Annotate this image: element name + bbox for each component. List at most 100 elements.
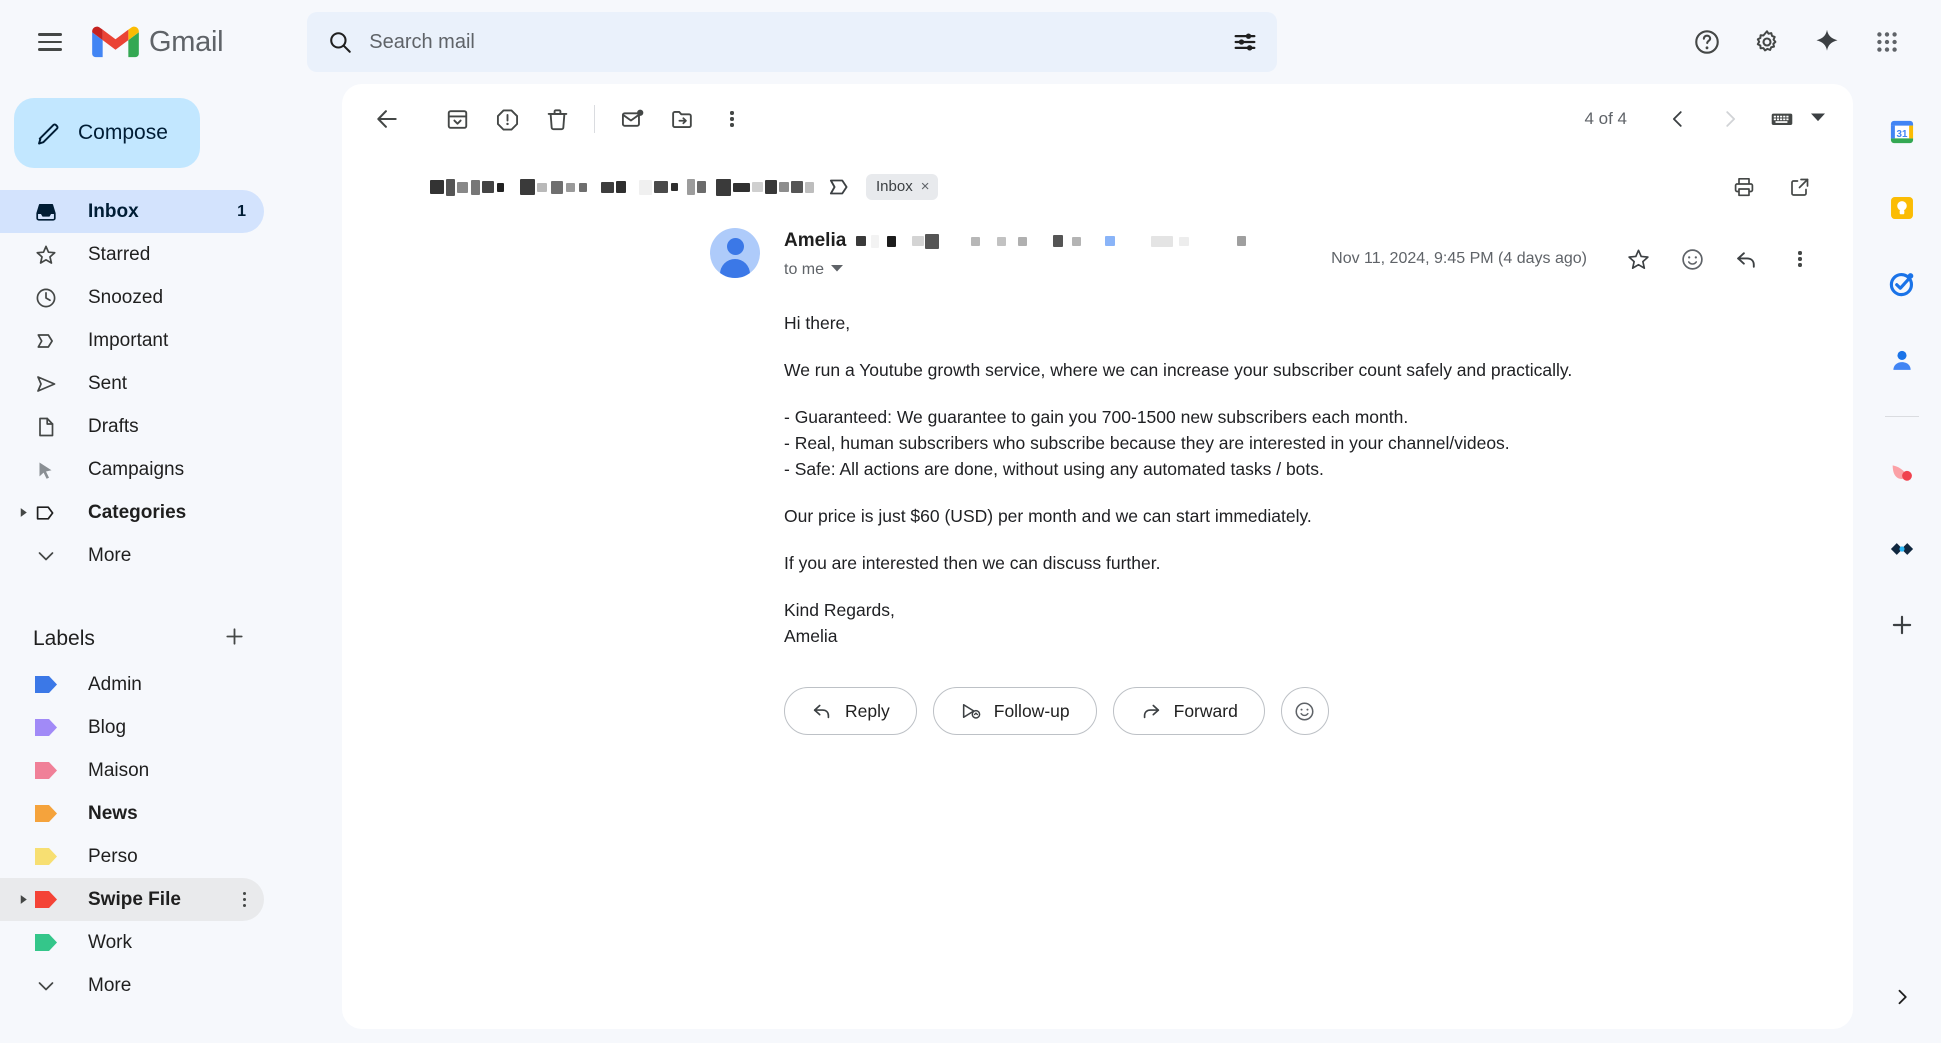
sidebar-label-maison[interactable]: Maison bbox=[0, 749, 264, 792]
chevron-right-icon[interactable] bbox=[1880, 975, 1924, 1019]
emoji-react-button[interactable] bbox=[1280, 687, 1329, 735]
chevron-right-icon[interactable] bbox=[1705, 94, 1755, 144]
google-keep-icon[interactable] bbox=[1880, 186, 1924, 230]
recipient-label: to me bbox=[784, 261, 825, 278]
addon-dark-blue-icon[interactable] bbox=[1880, 527, 1924, 571]
sidebar-label-text: News bbox=[88, 802, 138, 824]
sidebar-label-blog[interactable]: Blog bbox=[0, 706, 264, 749]
recipient-toggle[interactable]: to me bbox=[784, 261, 1248, 279]
redaction-block bbox=[457, 181, 468, 193]
sidebar-label-text: Swipe File bbox=[88, 888, 181, 910]
more-vertical-icon[interactable] bbox=[1775, 234, 1825, 284]
redaction-block bbox=[912, 236, 925, 246]
report-spam-icon[interactable] bbox=[482, 94, 532, 144]
sidebar-label-news[interactable]: News bbox=[0, 792, 264, 835]
google-contacts-icon[interactable] bbox=[1880, 338, 1924, 382]
caret-down-icon[interactable] bbox=[1809, 110, 1835, 129]
chevron-down-icon bbox=[33, 543, 59, 569]
emoji-react-icon[interactable] bbox=[1667, 234, 1717, 284]
sidebar-item-inbox[interactable]: Inbox 1 bbox=[0, 190, 264, 233]
google-calendar-icon[interactable]: 31 bbox=[1880, 110, 1924, 154]
body-signoff: Kind Regards, bbox=[784, 600, 895, 620]
keyboard-input-tools-icon[interactable] bbox=[1757, 94, 1807, 144]
toolbar-divider bbox=[594, 105, 595, 133]
redaction-block bbox=[871, 234, 880, 248]
sidebar-label-more[interactable]: More bbox=[0, 964, 264, 1007]
unread-count: 1 bbox=[237, 202, 246, 220]
sidebar-item-important[interactable]: Important bbox=[0, 319, 264, 362]
emoji-react-icon bbox=[1295, 701, 1314, 721]
sidebar-item-drafts[interactable]: Drafts bbox=[0, 405, 264, 448]
settings-gear-icon[interactable] bbox=[1739, 14, 1795, 70]
label-color-tag-icon bbox=[33, 844, 59, 870]
body-cta: If you are interested then we can discus… bbox=[784, 553, 1161, 573]
sidebar-label-swipe-file[interactable]: Swipe File bbox=[0, 878, 264, 921]
sidebar-item-label: Sent bbox=[88, 372, 128, 394]
addon-red-icon[interactable] bbox=[1880, 451, 1924, 495]
sidebar-label-admin[interactable]: Admin bbox=[0, 663, 264, 706]
support-icon[interactable] bbox=[1679, 14, 1735, 70]
hamburger-glyph bbox=[38, 33, 62, 51]
forward-button[interactable]: Forward bbox=[1112, 687, 1265, 735]
redaction-block bbox=[805, 181, 814, 193]
sidebar-label-work[interactable]: Work bbox=[0, 921, 264, 964]
sidebar-item-sent[interactable]: Sent bbox=[0, 362, 264, 405]
labels-title: Labels bbox=[33, 627, 95, 650]
sidebar-item-label: Categories bbox=[88, 501, 187, 523]
compose-button[interactable]: Compose bbox=[14, 98, 200, 168]
brand-name: Gmail bbox=[149, 25, 224, 58]
filter-options-icon[interactable] bbox=[1231, 28, 1259, 56]
sidebar-item-more[interactable]: More bbox=[0, 534, 264, 577]
back-arrow-icon[interactable] bbox=[362, 94, 412, 144]
print-icon[interactable] bbox=[1719, 162, 1769, 212]
sidebar-item-categories[interactable]: Categories bbox=[0, 491, 264, 534]
open-in-new-window-icon[interactable] bbox=[1775, 162, 1825, 212]
move-to-folder-icon[interactable] bbox=[657, 94, 707, 144]
gmail-brand[interactable]: Gmail bbox=[92, 25, 224, 60]
plus-icon[interactable] bbox=[223, 625, 246, 653]
inbox-label-chip[interactable]: Inbox × bbox=[866, 174, 939, 200]
hamburger-menu-icon[interactable] bbox=[22, 14, 78, 70]
more-vertical-icon[interactable] bbox=[242, 891, 246, 908]
star-icon[interactable] bbox=[1613, 234, 1663, 284]
plus-icon[interactable] bbox=[1880, 603, 1924, 647]
redaction-block bbox=[1053, 235, 1064, 247]
redaction-block bbox=[1018, 236, 1028, 246]
redaction-block bbox=[551, 180, 563, 194]
body-bullet: - Real, human subscribers who subscribe … bbox=[784, 433, 1510, 453]
trash-icon[interactable] bbox=[532, 94, 582, 144]
expand-arrow-icon[interactable] bbox=[16, 893, 30, 907]
top-bar-actions bbox=[1679, 14, 1923, 70]
sidebar-label-text: Blog bbox=[88, 716, 127, 738]
follow-up-button[interactable]: Follow-up bbox=[932, 687, 1097, 735]
reply-button[interactable]: Reply bbox=[784, 687, 917, 735]
redaction-block bbox=[997, 236, 1007, 246]
chevron-left-icon[interactable] bbox=[1653, 94, 1703, 144]
mark-unread-icon[interactable] bbox=[607, 94, 657, 144]
search-bar[interactable] bbox=[307, 12, 1278, 72]
sidebar-label-perso[interactable]: Perso bbox=[0, 835, 264, 878]
search-input[interactable] bbox=[353, 30, 1232, 54]
label-color-tag-icon bbox=[33, 715, 59, 741]
gemini-sparkle-icon[interactable] bbox=[1799, 14, 1855, 70]
email-sender-row: Amelia to me Nov 11, 2024, 9:45 PM (4 da… bbox=[342, 218, 1853, 284]
sidebar-label-list: Admin Blog Maison News Perso Swipe File Work Mo… bbox=[0, 663, 336, 1007]
sender-avatar[interactable] bbox=[710, 228, 760, 278]
email-body: Hi there, We run a Youtube growth servic… bbox=[342, 284, 1853, 649]
sidebar-item-campaigns[interactable]: Campaigns bbox=[0, 448, 264, 491]
label-color-tag-icon bbox=[33, 887, 59, 913]
top-bar: Gmail bbox=[0, 0, 1941, 84]
sidebar-item-starred[interactable]: Starred bbox=[0, 233, 264, 276]
apps-grid-icon[interactable] bbox=[1859, 14, 1915, 70]
redaction-block bbox=[446, 178, 455, 196]
campaigns-cursor-icon bbox=[33, 457, 59, 483]
expand-arrow-icon[interactable] bbox=[16, 506, 30, 520]
google-tasks-icon[interactable] bbox=[1880, 262, 1924, 306]
archive-icon[interactable] bbox=[432, 94, 482, 144]
chip-remove-icon[interactable]: × bbox=[921, 178, 930, 195]
sidebar-item-snoozed[interactable]: Snoozed bbox=[0, 276, 264, 319]
pager-text: 4 of 4 bbox=[1584, 109, 1627, 128]
inbox-chip-label: Inbox bbox=[876, 178, 913, 195]
more-vertical-icon[interactable] bbox=[707, 94, 757, 144]
reply-arrow-icon[interactable] bbox=[1721, 234, 1771, 284]
